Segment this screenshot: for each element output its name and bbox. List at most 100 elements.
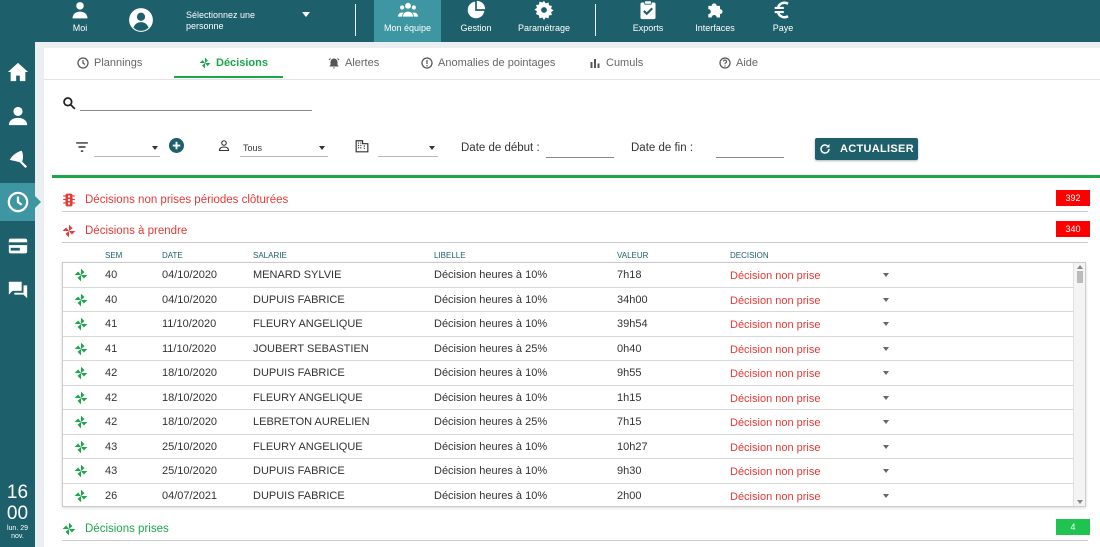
cell-valeur: 9h55	[617, 367, 642, 379]
chevron-down-icon[interactable]	[883, 346, 889, 351]
sidebar-payment[interactable]	[0, 227, 35, 265]
chevron-down-icon[interactable]	[883, 371, 889, 375]
column-header-libelle[interactable]: LIBELLE	[434, 251, 466, 260]
column-header-valeur[interactable]: VALEUR	[617, 251, 648, 260]
section-to-take[interactable]: Décisions à prendre 340	[62, 221, 1090, 243]
nav-exports-label: Exports	[632, 23, 664, 33]
chevron-down-icon[interactable]	[883, 322, 889, 326]
chevron-down-icon[interactable]	[302, 12, 310, 17]
clock-minutes: 00	[6, 503, 29, 524]
nav-exports[interactable]: Exports	[628, 0, 668, 42]
section-taken[interactable]: Décisions prises 4	[62, 519, 1090, 541]
table-row[interactable]: 26 04/07/2021 DUPUIS FABRICE Décision he…	[63, 484, 1073, 507]
decision-select[interactable]: Décision non prise	[730, 344, 821, 356]
cell-date: 18/10/2020	[162, 416, 218, 428]
nav-moi[interactable]: Moi	[64, 0, 96, 42]
chevron-down-icon[interactable]	[883, 273, 889, 277]
decision-select[interactable]: Décision non prise	[730, 442, 821, 454]
start-date-input[interactable]	[546, 157, 614, 158]
chevron-down-icon[interactable]	[429, 146, 435, 150]
scroll-thumb[interactable]	[1077, 271, 1083, 283]
table-row[interactable]: 42 18/10/2020 DUPUIS FABRICE Décision he…	[63, 361, 1073, 386]
tab-decisions[interactable]: Décisions	[199, 57, 268, 69]
chevron-down-icon[interactable]	[883, 444, 889, 449]
tab-cumuls[interactable]: Cumuls	[589, 57, 643, 69]
decision-select[interactable]: Décision non prise	[730, 417, 821, 429]
table-row[interactable]: 40 04/10/2020 MENARD SYLVIE Décision heu…	[63, 263, 1073, 288]
sidebar-vacation[interactable]	[0, 140, 35, 178]
table-row[interactable]: 43 25/10/2020 FLEURY ANGELIQUE Décision …	[63, 435, 1073, 459]
decision-select[interactable]: Décision non prise	[730, 319, 821, 331]
refresh-button[interactable]: ACTUALISER	[815, 138, 918, 160]
nav-gestion[interactable]: Gestion	[455, 0, 497, 42]
cell-salarie: DUPUIS FABRICE	[253, 367, 345, 379]
table-row[interactable]: 43 25/10/2020 DUPUIS FABRICE Décision he…	[63, 459, 1073, 484]
scroll-up-arrow-icon[interactable]	[1077, 265, 1083, 269]
decision-select[interactable]: Décision non prise	[730, 295, 821, 307]
scroll-down-arrow-icon[interactable]	[1077, 500, 1083, 504]
column-header-decision[interactable]: DECISION	[730, 251, 769, 260]
cell-sem: 42	[105, 416, 118, 428]
table-row[interactable]: 41 11/10/2020 JOUBERT SEBASTIEN Décision…	[63, 337, 1073, 361]
tab-alertes[interactable]: Alertes	[328, 57, 379, 69]
tab-cumuls-label: Cumuls	[606, 57, 644, 69]
decision-select[interactable]: Décision non prise	[730, 466, 821, 478]
decision-select[interactable]: Décision non prise	[730, 393, 821, 405]
decision-select[interactable]: Décision non prise	[730, 270, 821, 282]
euro-icon	[774, 1, 789, 19]
divider	[595, 4, 596, 36]
chevron-down-icon[interactable]	[152, 146, 158, 150]
cell-salarie: DUPUIS FABRICE	[253, 465, 345, 477]
table-scrollbar[interactable]	[1073, 263, 1085, 506]
decision-select[interactable]: Décision non prise	[730, 491, 821, 503]
sidebar-home[interactable]	[0, 53, 35, 91]
nav-mon-equipe[interactable]: Mon équipe	[374, 0, 441, 42]
cell-sem: 40	[105, 293, 118, 306]
sidebar-messages[interactable]	[0, 271, 35, 309]
person-select[interactable]: Sélectionnez une personne	[186, 10, 266, 32]
pinwheel-icon	[62, 224, 76, 238]
nav-paye-label: Paye	[772, 23, 794, 33]
clipboard-check-icon	[640, 0, 656, 20]
pinwheel-icon	[74, 440, 88, 453]
section-closed-periods[interactable]: Décisions non prises périodes clôturées …	[62, 190, 1090, 212]
sidebar-time[interactable]	[0, 183, 35, 221]
cell-sem: 41	[105, 342, 118, 355]
decisions-table: 40 04/10/2020 MENARD SYLVIE Décision heu…	[62, 262, 1086, 507]
filter-select[interactable]	[94, 156, 160, 157]
nav-parametrage[interactable]: Paramétrage	[513, 0, 575, 42]
tab-plannings[interactable]: Plannings	[77, 57, 142, 69]
divider	[355, 4, 356, 36]
section-taken-title: Décisions prises	[85, 523, 169, 535]
tab-aide[interactable]: Aide	[719, 57, 758, 69]
chevron-down-icon[interactable]	[883, 420, 889, 424]
table-row[interactable]: 42 18/10/2020 LEBRETON AURELIEN Décision…	[63, 410, 1073, 435]
search-input[interactable]	[80, 110, 312, 111]
chevron-down-icon[interactable]	[319, 146, 325, 150]
table-row[interactable]: 40 04/10/2020 DUPUIS FABRICE Décision he…	[63, 288, 1073, 312]
chevron-down-icon[interactable]	[883, 395, 889, 400]
table-row[interactable]: 42 18/10/2020 FLEURY ANGELIQUE Décision …	[63, 386, 1073, 410]
table-row[interactable]: 41 11/10/2020 FLEURY ANGELIQUE Décision …	[63, 312, 1073, 337]
chevron-down-icon[interactable]	[883, 469, 889, 473]
end-date-input[interactable]	[716, 157, 784, 158]
cell-libelle: Décision heures à 10%	[434, 465, 548, 477]
chevron-down-icon[interactable]	[883, 493, 889, 498]
site-select[interactable]	[378, 156, 438, 157]
add-filter-button[interactable]	[169, 138, 184, 153]
sidebar-profile[interactable]	[0, 97, 35, 135]
chevron-down-icon[interactable]	[883, 297, 889, 302]
nav-interfaces[interactable]: Interfaces	[692, 0, 738, 42]
decision-select[interactable]: Décision non prise	[730, 368, 821, 380]
nav-paye[interactable]: Paye	[766, 0, 800, 42]
column-header-date[interactable]: DATE	[162, 251, 183, 260]
column-header-salarie[interactable]: SALARIE	[253, 251, 287, 260]
cell-libelle: Décision heures à 10%	[434, 367, 548, 379]
person-avatar-icon[interactable]	[128, 7, 154, 33]
employee-select[interactable]: Tous	[243, 143, 262, 153]
cell-libelle: Décision heures à 10%	[434, 391, 548, 404]
cell-libelle: Décision heures à 25%	[434, 342, 548, 355]
column-header-sem[interactable]: SEM	[105, 251, 122, 260]
tab-anomalies[interactable]: Anomalies de pointages	[421, 57, 555, 69]
search-icon	[63, 97, 76, 110]
